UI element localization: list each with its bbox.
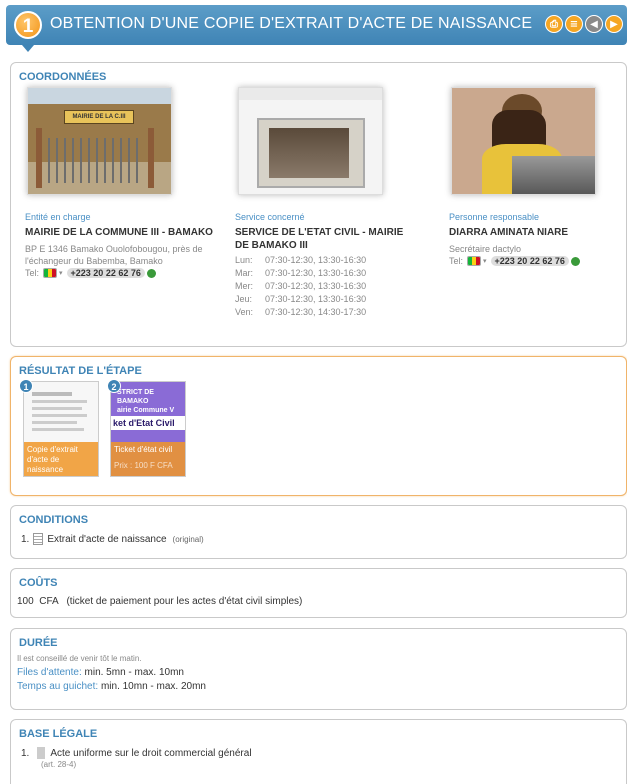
- page-header: 1 OBTENTION D'UNE COPIE D'EXTRAIT D'ACTE…: [0, 0, 627, 52]
- service-label: Service concerné: [235, 212, 305, 222]
- entite-address: BP E 1346 Bamako Ouolofobougou, près de …: [25, 244, 203, 266]
- duree-label: Files d'attente:: [17, 667, 82, 678]
- tel-number[interactable]: +223 20 22 62 76: [490, 256, 569, 266]
- header-bar: 1 OBTENTION D'UNE COPIE D'EXTRAIT D'ACTE…: [6, 5, 627, 45]
- personne-label: Personne responsable: [449, 212, 540, 222]
- back-icon[interactable]: ◀: [585, 15, 603, 33]
- section-title: COORDONNÉES: [19, 71, 107, 83]
- duree-line: Files d'attente: min. 5mn - max. 10mn: [17, 667, 626, 678]
- item-number: 1.: [21, 533, 30, 545]
- base-note: (art. 28-4): [41, 760, 77, 769]
- phone-icon[interactable]: [146, 268, 156, 278]
- conditions-section: CONDITIONS 1. Extrait d'acte de naissanc…: [10, 505, 627, 559]
- base-legale-section: BASE LÉGALE 1. Acte uniforme sur le droi…: [10, 719, 627, 784]
- personne-role: Secrétaire dactylo: [449, 244, 522, 254]
- header-actions: ⎙ ≡ ◀ ▶: [545, 15, 623, 33]
- next-icon[interactable]: ▶: [605, 15, 623, 33]
- mali-flag-icon[interactable]: [467, 256, 482, 266]
- duree-section: DURÉE Il est conseillé de venir tôt le m…: [10, 628, 627, 710]
- condition-note: (original): [172, 534, 204, 544]
- section-title: BASE LÉGALE: [19, 728, 98, 740]
- hours-row: Lun: 07:30-12:30, 13:30-16:30: [235, 255, 367, 265]
- chevron-down-icon[interactable]: ▾: [59, 269, 63, 277]
- mairie-sign: MAIRIE DE LA C.III: [64, 110, 134, 124]
- duree-label: Temps au guichet:: [17, 681, 99, 692]
- personne-tel: Tel: ▾ +223 20 22 62 76: [449, 256, 627, 266]
- entite-name: MAIRIE DE LA COMMUNE III - BAMAKO: [25, 227, 213, 238]
- law-icon: [37, 747, 46, 759]
- result-caption: Ticket d'état civil Prix : 100 F CFA: [111, 442, 185, 476]
- personne-column: Personne responsable DIARRA AMINATA NIAR…: [449, 87, 627, 266]
- ticket-header-1: STRICT DE BAMAKO: [117, 389, 154, 405]
- personne-name: DIARRA AMINATA NIARE: [449, 227, 569, 238]
- duree-value: min. 5mn - max. 10mn: [84, 667, 184, 678]
- entite-column: MAIRIE DE LA C.III Entité en charge MAIR…: [25, 87, 225, 278]
- item-number: 1.: [21, 747, 30, 759]
- section-title: COÛTS: [19, 577, 58, 589]
- result-item-2[interactable]: STRICT DE BAMAKO airie Commune V ket d'E…: [110, 381, 186, 477]
- service-photo: [238, 87, 383, 195]
- ticket-title: ket d'Etat Civil: [111, 416, 185, 430]
- result-caption: Copie d'extrait d'acte de naissance: [24, 442, 98, 476]
- hours-row: Ven: 07:30-12:30, 14:30-17:30: [235, 307, 367, 317]
- hours-row: Jeu: 07:30-12:30, 13:30-16:30: [235, 294, 367, 304]
- service-hours: Lun: 07:30-12:30, 13:30-16:30 Mar: 07:30-1…: [235, 254, 435, 319]
- service-column: Service concerné SERVICE DE L'ETAT CIVIL…: [235, 87, 435, 319]
- print-icon[interactable]: ⎙: [545, 15, 563, 33]
- condition-item: 1. Extrait d'acte de naissance (original…: [21, 533, 626, 545]
- list-icon[interactable]: ≡: [565, 15, 583, 33]
- step-number-badge: 1: [14, 11, 42, 39]
- resultat-section: RÉSULTAT DE L'ÉTAPE Copie d'extrait d'ac…: [10, 356, 627, 496]
- document-icon: [33, 533, 44, 545]
- tel-label: Tel:: [449, 256, 464, 266]
- section-title: CONDITIONS: [19, 514, 89, 526]
- cost-text: 100 CFA (ticket de paiement pour les act…: [17, 596, 303, 607]
- duree-value: min. 10mn - max. 20mn: [100, 681, 206, 692]
- duree-line: Temps au guichet: min. 10mn - max. 20mn: [17, 681, 626, 692]
- personne-photo: [451, 87, 596, 195]
- coordonnees-section: COORDONNÉES MAIRIE DE LA C.III Entité en…: [10, 62, 627, 347]
- entite-tel: Tel: ▾ +223 20 22 62 76: [25, 268, 225, 278]
- service-name: SERVICE DE L'ETAT CIVIL - MAIRIE DE BAMA…: [235, 227, 404, 251]
- ticket-header-2: airie Commune V: [117, 407, 175, 414]
- hours-row: Mer: 07:30-12:30, 13:30-16:30: [235, 281, 367, 291]
- duree-note: Il est conseillé de venir tôt le matin.: [17, 654, 142, 663]
- result-item-1[interactable]: Copie d'extrait d'acte de naissance: [23, 381, 99, 477]
- section-title: DURÉE: [19, 637, 58, 649]
- entite-label: Entité en charge: [25, 212, 91, 222]
- mali-flag-icon[interactable]: [43, 268, 58, 278]
- tel-number[interactable]: +223 20 22 62 76: [66, 268, 145, 278]
- result-number-badge: 1: [19, 379, 33, 393]
- base-item: 1. Acte uniforme sur le droit commercial…: [21, 747, 626, 759]
- header-pointer: [22, 45, 34, 52]
- ticket-price: Prix : 100 F CFA: [114, 461, 173, 470]
- tel-label: Tel:: [25, 268, 40, 278]
- page-title: OBTENTION D'UNE COPIE D'EXTRAIT D'ACTE D…: [50, 15, 533, 32]
- couts-section: COÛTS 100 CFA (ticket de paiement pour l…: [10, 568, 627, 618]
- hours-row: Mar: 07:30-12:30, 13:30-16:30: [235, 268, 367, 278]
- condition-text[interactable]: Extrait d'acte de naissance: [47, 534, 166, 545]
- chevron-down-icon[interactable]: ▾: [483, 257, 487, 265]
- phone-icon[interactable]: [570, 256, 580, 266]
- base-text[interactable]: Acte uniforme sur le droit commercial gé…: [50, 748, 251, 759]
- result-number-badge: 2: [107, 379, 121, 393]
- section-title: RÉSULTAT DE L'ÉTAPE: [19, 365, 142, 377]
- mairie-photo: MAIRIE DE LA C.III: [27, 87, 172, 195]
